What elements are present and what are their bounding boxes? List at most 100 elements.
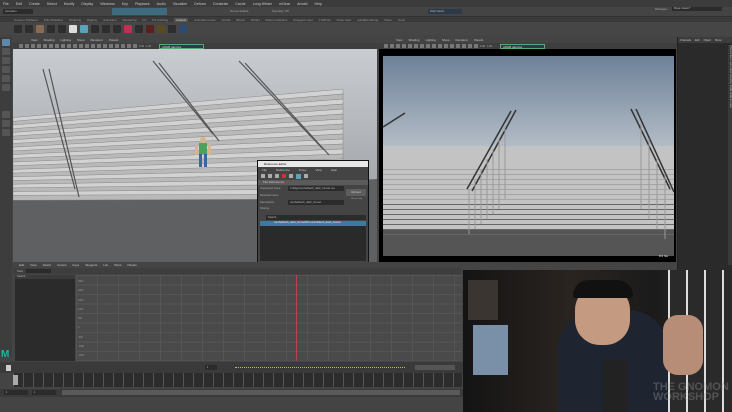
menu-edit[interactable]: Edit xyxy=(19,263,24,267)
channel-box-tab-show[interactable]: Show xyxy=(715,39,722,42)
playback-buttons[interactable] xyxy=(415,365,455,370)
channel-box-tab-channels[interactable]: Channels xyxy=(680,39,691,42)
shelf-tab-fx-caching[interactable]: FX Caching xyxy=(152,18,168,22)
shelf-tool-icon[interactable] xyxy=(124,24,132,33)
reference-list-item[interactable]: mechahitech_dash_humanRN mechahitech_das… xyxy=(260,221,366,226)
stats-field[interactable] xyxy=(25,269,51,273)
remove-reference-icon[interactable] xyxy=(282,174,286,178)
shelf-tab-animation-lines[interactable]: Animation Lines xyxy=(194,18,215,22)
menu-help[interactable]: Help xyxy=(331,168,337,172)
menu-tangents[interactable]: Tangents xyxy=(85,263,97,267)
layout-two-icon[interactable] xyxy=(2,129,10,136)
menu-edit[interactable]: Edit xyxy=(16,2,22,6)
shelf-tool-icon[interactable] xyxy=(157,24,165,33)
shelf-tab-rigging[interactable]: Rigging xyxy=(87,18,97,22)
shelf-tab-fx[interactable]: FX xyxy=(142,18,146,22)
menu-view[interactable]: View xyxy=(315,168,321,172)
move-tool-icon[interactable] xyxy=(2,66,10,73)
shelf-tool-icon[interactable] xyxy=(58,24,66,33)
shelf-tool-icon[interactable] xyxy=(25,24,33,33)
menu-reference[interactable]: Reference xyxy=(276,168,290,172)
unload-reference-icon[interactable] xyxy=(268,174,272,178)
shelf-tool-icon[interactable] xyxy=(179,24,187,33)
shelf-tab-xgen[interactable]: XGen xyxy=(384,18,392,22)
camera-tool-select[interactable]: Dolly Viewer xyxy=(428,9,462,14)
menu-renderer[interactable]: Renderer xyxy=(91,38,104,42)
gamma-field[interactable]: 1.00 xyxy=(487,45,492,48)
shelf-tab-curves-surfaces[interactable]: Curves / Surfaces xyxy=(14,18,38,22)
menu-playback[interactable]: Playback xyxy=(135,2,150,6)
menu-panels[interactable]: Panels xyxy=(109,38,118,42)
shelf-tool-icon[interactable] xyxy=(36,24,44,33)
menu-long-winter[interactable]: Long Winter xyxy=(253,2,272,6)
shelf-tool-icon[interactable] xyxy=(91,24,99,33)
channel-box-tab-edit[interactable]: Edit xyxy=(695,39,699,42)
graph-search-input[interactable]: Search... xyxy=(15,275,75,279)
menu-proxy[interactable]: Proxy xyxy=(299,168,307,172)
shelf-tool-icon[interactable] xyxy=(14,24,22,33)
scale-tool-icon[interactable] xyxy=(2,84,10,91)
shelf-tab-arnold[interactable]: Arnold xyxy=(222,18,231,22)
menu-cache[interactable]: Cache xyxy=(235,2,245,6)
layout-four-icon[interactable] xyxy=(2,120,10,127)
menu-lighting[interactable]: Lighting xyxy=(60,38,71,42)
menu-shading[interactable]: Shading xyxy=(408,38,419,42)
menu-set-select[interactable]: Animation xyxy=(3,9,33,14)
shelf-tool-icon[interactable] xyxy=(80,24,88,33)
paint-select-icon[interactable] xyxy=(2,57,10,64)
symmetry-select[interactable]: Symmetry: Off xyxy=(272,10,289,13)
workspace-select[interactable]: Maya Classic* xyxy=(672,7,722,11)
menu-renderer[interactable]: Renderer xyxy=(456,38,469,42)
menu-select[interactable]: Select xyxy=(47,2,57,6)
rotate-tool-icon[interactable] xyxy=(2,75,10,82)
menu-shading[interactable]: Shading xyxy=(43,38,54,42)
end-frame-field[interactable]: 1 xyxy=(32,390,56,395)
menu-create[interactable]: Create xyxy=(29,2,40,6)
shelf-tool-icon[interactable] xyxy=(168,24,176,33)
maya-home-icon[interactable] xyxy=(6,365,11,371)
menu-modify[interactable]: Modify xyxy=(64,2,75,6)
outliner-list[interactable]: Search... xyxy=(15,275,75,361)
menu-panels[interactable]: Panels xyxy=(474,38,483,42)
namespace-field[interactable]: mechahitech_dash_human xyxy=(288,200,344,205)
menu-windows[interactable]: Windows xyxy=(100,2,115,6)
shelf-tab-motion-graphics[interactable]: Motion Graphics xyxy=(266,18,288,22)
time-slider[interactable] xyxy=(13,373,462,387)
menu-list[interactable]: List xyxy=(103,263,108,267)
menu-curves[interactable]: Curves xyxy=(57,263,67,267)
shelf-tab-poly-modeling[interactable]: Poly Modeling xyxy=(44,18,63,22)
color-space-select[interactable]: sRGB gamma xyxy=(500,43,546,49)
lasso-tool-icon[interactable] xyxy=(2,48,10,55)
menu-panels[interactable]: Panels xyxy=(128,263,137,267)
viewport-camera[interactable]: View Shading Lighting Show Renderer Panels 0.… xyxy=(378,37,677,263)
current-time-indicator[interactable] xyxy=(296,275,297,361)
shelf-tool-icon[interactable] xyxy=(102,24,110,33)
color-space-select[interactable]: sRGB gamma xyxy=(159,43,205,49)
gamma-field[interactable]: 1.00 xyxy=(146,45,151,48)
shelf-tab-mash[interactable]: MASH xyxy=(251,18,260,22)
menu-audio[interactable]: Audio xyxy=(157,2,166,6)
file-icon[interactable] xyxy=(304,174,308,178)
menu-lighting[interactable]: Lighting xyxy=(425,38,436,42)
shelf-tab-xgen-user[interactable]: XGen User xyxy=(336,18,351,22)
load-reference-icon[interactable] xyxy=(261,174,265,178)
import-reference-icon[interactable] xyxy=(289,174,293,178)
menu-deform[interactable]: Deform xyxy=(194,2,206,6)
reference-search-input[interactable]: Search... xyxy=(266,215,366,220)
menu-select[interactable]: Select xyxy=(43,263,51,267)
menu-key[interactable]: Key xyxy=(122,2,128,6)
shelf-tab-animation[interactable]: Animation xyxy=(103,18,116,22)
shelf-tab-tools[interactable]: Tools xyxy=(398,18,405,22)
shelf-tool-icon[interactable] xyxy=(113,24,121,33)
unresolved-name-field[interactable]: X:/Rigs/mechahitech_dash_human.ma xyxy=(288,186,344,191)
shelf-tab-sculpting[interactable]: Sculpting xyxy=(69,18,81,22)
shelf-tab-rendering[interactable]: Rendering xyxy=(123,18,137,22)
current-frame-field[interactable]: 1 xyxy=(205,365,217,370)
menu-mgear[interactable]: mGear xyxy=(279,2,290,6)
menu-show[interactable]: Show xyxy=(77,38,85,42)
layout-single-icon[interactable] xyxy=(2,111,10,118)
menu-help[interactable]: Help xyxy=(314,2,321,6)
channel-box-tab-object[interactable]: Object xyxy=(703,39,711,42)
time-slider-handle[interactable] xyxy=(13,375,18,385)
reload-reference-icon[interactable] xyxy=(275,174,279,178)
